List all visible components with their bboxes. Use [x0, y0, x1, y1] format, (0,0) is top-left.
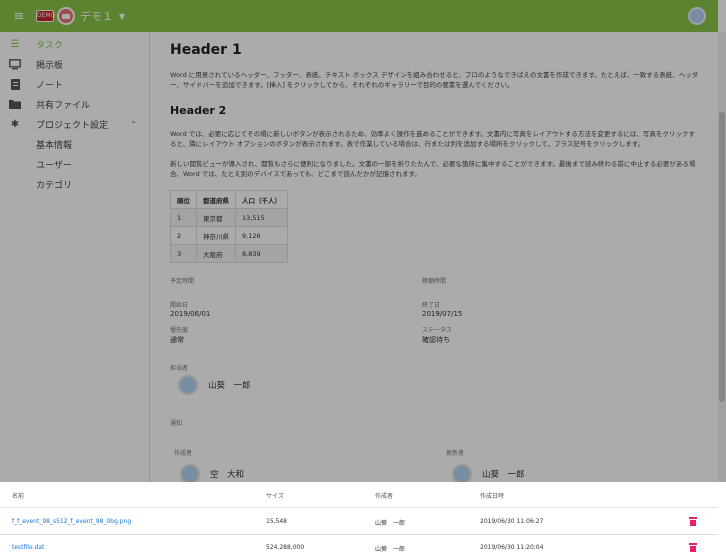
paragraph-1: Word に用意されているヘッダー、フッター、表紙、テキスト ボックス デザイン… — [170, 71, 699, 89]
end-date-value: 2019/07/15 — [422, 310, 463, 318]
file-row[interactable]: f_f_event_98_s512_f_event_98_0bg.png 15,… — [0, 509, 718, 535]
table-cell: 東京都 — [196, 208, 236, 227]
table-cell: 8,839 — [235, 244, 288, 263]
file-name-link[interactable]: testfile.dat — [12, 544, 44, 551]
user-avatar[interactable] — [688, 7, 706, 25]
sidebar-subitem-basic-info[interactable]: 基本情報 — [0, 134, 149, 154]
sidebar-item-label: タスク — [36, 40, 64, 51]
table-cell: 1 — [170, 208, 197, 227]
column-header: 順位 — [170, 190, 197, 209]
sidebar-item-board[interactable]: 掲示板 — [0, 54, 149, 74]
logo-icon: DEMO — [36, 10, 55, 22]
priority-value: 通常 — [170, 336, 184, 344]
folder-icon — [8, 98, 22, 110]
table-row: 3 大阪府 8,839 — [170, 244, 288, 263]
gear-icon: ✱ — [10, 118, 20, 130]
file-row[interactable]: testfile.dat 524,288,000 山葵 一郎 2019/06/3… — [0, 535, 718, 560]
column-header: 都道府県 — [196, 190, 236, 209]
sidebar-item-files[interactable]: 共有ファイル — [0, 94, 149, 114]
column-header-author: 作成者 — [375, 493, 394, 500]
sidebar-item-notes[interactable]: ノート — [0, 74, 149, 94]
creator-name: 空 大和 — [210, 470, 245, 480]
project-title[interactable]: デモ１ — [80, 8, 113, 24]
file-author: 山葵 一郎 — [375, 520, 406, 527]
app-bar: ≡ DEMO デモ１ ▼ — [0, 0, 718, 32]
scrollbar-thumb[interactable] — [719, 112, 725, 402]
column-header-size: サイズ — [266, 493, 284, 500]
sidebar-subitem-categories[interactable]: カテゴリ — [0, 174, 149, 194]
list-icon: ☰ — [10, 38, 20, 50]
table-cell: 神奈川県 — [196, 226, 236, 245]
chevron-up-icon[interactable]: ⌃ — [130, 120, 137, 129]
section-title: Header 2 — [170, 104, 227, 117]
file-author: 山葵 一郎 — [375, 546, 406, 553]
sidebar-item-label: ノート — [36, 80, 64, 91]
start-date-value: 2019/06/01 — [170, 310, 211, 318]
file-size: 15,548 — [266, 518, 287, 525]
assignee: 山葵 一郎 — [178, 375, 251, 395]
file-name-link[interactable]: f_f_event_98_s512_f_event_98_0bg.png — [12, 518, 131, 525]
avatar — [180, 464, 200, 482]
updater-label: 更新者 — [446, 450, 465, 457]
column-header: 人口（千人） — [235, 190, 288, 209]
priority-label: 優先度 — [170, 327, 189, 334]
notification-label: 通知 — [170, 420, 183, 427]
table-cell: 9,126 — [235, 226, 288, 245]
table-cell: 2 — [170, 226, 197, 245]
sidebar: ☰ タスク 掲示板 ノート 共有ファイル ✱ プロジェクト設定 ⌃ 基本情報 ユ… — [0, 32, 150, 482]
main-content: Header 1 Word に用意されているヘッダー、フッター、表紙、テキスト … — [150, 32, 718, 482]
avatar — [452, 464, 472, 482]
monitor-icon — [8, 58, 22, 70]
sidebar-subitem-users[interactable]: ユーザー — [0, 154, 149, 174]
file-date: 2019/06/30 11:06:27 — [480, 518, 544, 525]
end-date-label: 終了日 — [422, 302, 441, 309]
column-header-date: 作成日時 — [480, 493, 505, 500]
planned-time-label: 予定時間 — [170, 278, 195, 285]
updater-name: 山葵 一郎 — [482, 470, 525, 480]
paragraph-3: 新しい閲覧ビューが導入され、閲覧もさらに便利になりました。文書の一部を折りたたん… — [170, 160, 696, 178]
project-icon — [57, 7, 75, 25]
table-row: 2 神奈川県 9,126 — [170, 226, 288, 245]
delete-icon[interactable] — [689, 543, 697, 552]
avatar — [178, 375, 198, 395]
sidebar-item-label: プロジェクト設定 — [36, 120, 109, 131]
actual-time-label: 稼働時間 — [422, 278, 447, 285]
updater: 山葵 一郎 — [452, 464, 525, 482]
column-header-name: 名前 — [12, 493, 25, 500]
sidebar-item-label: 共有ファイル — [36, 100, 91, 111]
chevron-down-icon[interactable]: ▼ — [119, 12, 125, 21]
file-size: 524,288,000 — [266, 544, 305, 551]
creator: 空 大和 — [180, 464, 244, 482]
table-header-row: 順位 都道府県 人口（千人） — [170, 190, 288, 209]
sidebar-item-tasks[interactable]: ☰ タスク — [0, 34, 149, 54]
file-list-sheet: 名前 サイズ 作成者 作成日時 f_f_event_98_s512_f_even… — [0, 482, 718, 560]
file-list-header: 名前 サイズ 作成者 作成日時 — [0, 482, 718, 508]
start-date-label: 開始日 — [170, 302, 189, 309]
assignee-label: 担当者 — [170, 365, 189, 372]
status-value: 確認待ち — [422, 336, 450, 344]
population-table: 順位 都道府県 人口（千人） 1 東京都 13,515 2 神奈川県 9,126… — [170, 190, 288, 263]
delete-icon[interactable] — [689, 517, 697, 526]
page-title: Header 1 — [170, 42, 242, 58]
menu-icon[interactable]: ≡ — [8, 9, 30, 24]
table-cell: 大阪府 — [196, 244, 236, 263]
paragraph-2: Word では、必要に応じてその場に新しいボタンが表示されるため、効率よく操作を… — [170, 130, 695, 148]
assignee-name: 山葵 一郎 — [208, 381, 251, 391]
file-date: 2019/06/30 11:20:04 — [480, 544, 544, 551]
scrollbar[interactable] — [718, 32, 726, 482]
table-cell: 3 — [170, 244, 197, 263]
status-label: ステータス — [422, 327, 453, 334]
note-icon — [8, 78, 22, 90]
table-cell: 13,515 — [235, 208, 288, 227]
sidebar-item-label: 掲示板 — [36, 60, 64, 71]
creator-label: 作成者 — [174, 450, 193, 457]
sidebar-item-project-settings[interactable]: ✱ プロジェクト設定 ⌃ — [0, 114, 149, 134]
table-row: 1 東京都 13,515 — [170, 208, 288, 227]
